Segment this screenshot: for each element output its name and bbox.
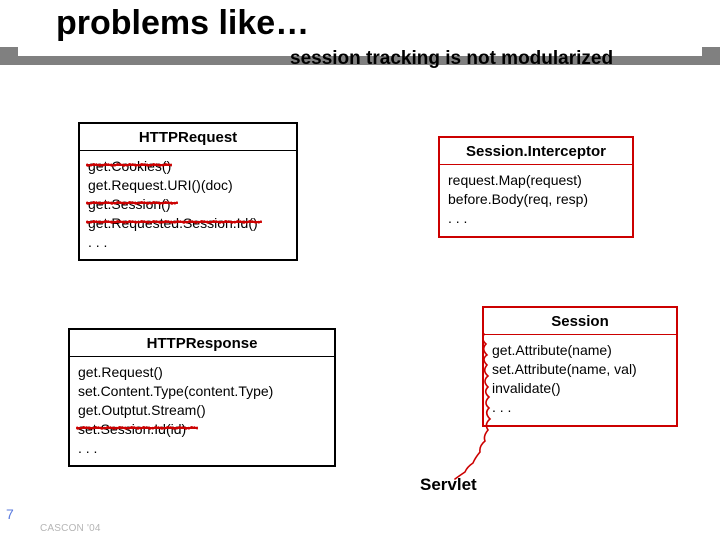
method: get.Attribute(name) <box>492 341 668 360</box>
box-httprequest-title: HTTPRequest <box>80 124 296 151</box>
footer-text: CASCON '04 <box>40 523 101 534</box>
box-httpresponse-title: HTTPResponse <box>70 330 334 357</box>
method: get.Session() <box>88 195 288 214</box>
method: set.Attribute(name, val) <box>492 360 668 379</box>
box-httpresponse: HTTPResponse get.Request() set.Content.T… <box>68 328 336 467</box>
method: get.Request() <box>78 363 326 382</box>
method: set.Content.Type(content.Type) <box>78 382 326 401</box>
box-session-title: Session <box>484 308 676 335</box>
method: . . . <box>492 398 668 417</box>
slide-number: 7 <box>6 506 14 522</box>
box-httprequest: HTTPRequest get.Cookies() get.Request.UR… <box>78 122 298 261</box>
slide-subtitle: session tracking is not modularized <box>290 48 613 70</box>
method: set.Session.Id(id) <box>78 420 326 439</box>
method: request.Map(request) <box>448 171 624 190</box>
method: invalidate() <box>492 379 668 398</box>
method: . . . <box>88 233 288 252</box>
box-sessioninterceptor-title: Session.Interceptor <box>440 138 632 165</box>
method: . . . <box>448 209 624 228</box>
box-httpresponse-body: get.Request() set.Content.Type(content.T… <box>70 357 334 465</box>
servlet-label: Servlet <box>420 475 477 495</box>
box-httprequest-body: get.Cookies() get.Request.URI()(doc) get… <box>80 151 296 259</box>
method: . . . <box>78 439 326 458</box>
method: get.Outptut.Stream() <box>78 401 326 420</box>
box-sessioninterceptor-body: request.Map(request) before.Body(req, re… <box>440 165 632 236</box>
box-session: Session get.Attribute(name) set.Attribut… <box>482 306 678 427</box>
box-sessioninterceptor: Session.Interceptor request.Map(request)… <box>438 136 634 238</box>
method: get.Request.URI()(doc) <box>88 176 288 195</box>
method: before.Body(req, resp) <box>448 190 624 209</box>
method: get.Cookies() <box>88 157 288 176</box>
slide-title: problems like… <box>18 0 702 43</box>
box-session-body: get.Attribute(name) set.Attribute(name, … <box>484 335 676 425</box>
method: get.Requested.Session.Id() <box>88 214 288 233</box>
